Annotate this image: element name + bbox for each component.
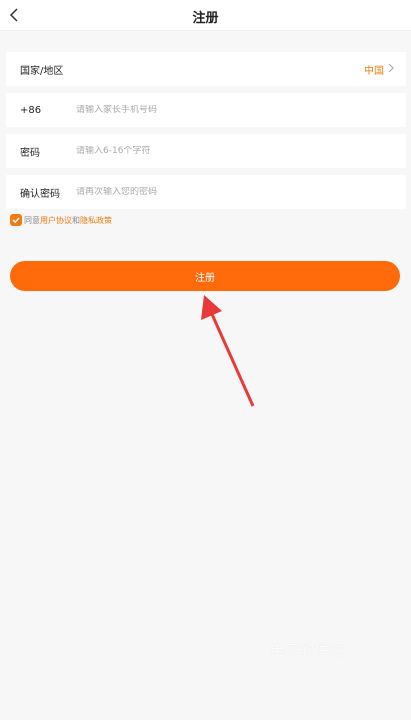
confirm-password-input[interactable] <box>76 187 406 197</box>
country-code: +86 <box>20 104 42 116</box>
confirm-password-row: 确认密码 <box>6 175 406 209</box>
agreement-checkbox[interactable] <box>10 214 22 226</box>
agreement-and: 和 <box>72 215 80 225</box>
agreement-prefix: 同意 <box>24 215 40 225</box>
user-agreement-link[interactable]: 用户协议 <box>40 215 72 226</box>
region-label: 国家/地区 <box>20 65 64 77</box>
region-selector[interactable]: 中国 <box>364 62 406 77</box>
checkbox-check-icon <box>12 217 20 224</box>
watermark: 电子软件站 <box>270 643 345 659</box>
password-input[interactable] <box>76 146 406 156</box>
agreement-row: 同意 用户协议 和 隐私政策 <box>10 214 112 226</box>
confirm-password-label: 确认密码 <box>20 188 60 200</box>
region-row[interactable]: 国家/地区 中国 <box>6 52 406 86</box>
password-label: 密码 <box>20 147 40 159</box>
region-value: 中国 <box>364 65 384 77</box>
password-row: 密码 <box>6 134 406 168</box>
arrow-annotation-icon <box>201 295 255 407</box>
page-title: 注册 <box>192 11 219 26</box>
privacy-policy-link[interactable]: 隐私政策 <box>80 215 112 226</box>
register-button[interactable]: 注册 <box>10 261 400 291</box>
phone-input[interactable] <box>76 105 406 115</box>
chevron-right-icon <box>386 62 396 77</box>
header-bar: 注册 <box>0 0 411 31</box>
phone-row: +86 <box>6 93 406 127</box>
register-form: 国家/地区 中国 +86 密码 确认密码 <box>6 52 406 216</box>
